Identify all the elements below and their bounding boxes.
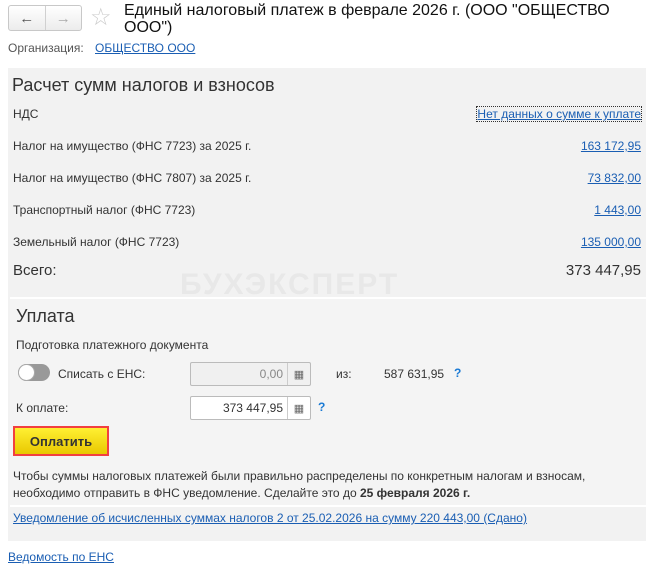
help-icon[interactable]: ? [318,400,325,414]
pay-button[interactable]: Оплатить [13,426,109,456]
tax-amount-link[interactable]: 135 000,00 [581,235,641,249]
calculator-icon[interactable]: ▦ [287,363,310,385]
tax-row: Транспортный налог (ФНС 7723) 1 443,00 [13,203,641,217]
tax-amount-link[interactable]: Нет данных о сумме к уплате [476,106,642,122]
tax-label: НДС [13,107,39,121]
ens-balance: 587 631,95 [384,367,445,381]
organization-label: Организация: [8,41,84,55]
tax-label: Транспортный налог (ФНС 7723) [13,203,196,217]
calculator-icon[interactable]: ▦ [287,397,310,419]
ens-statement-link[interactable]: Ведомость по ЕНС [8,550,114,564]
notice-text: Чтобы суммы налоговых платежей были прав… [13,468,613,502]
ens-label: Списать с ЕНС: [58,367,146,381]
forward-button[interactable]: → [44,6,82,30]
tax-amount-link[interactable]: 1 443,00 [594,203,641,217]
ens-amount-value: 0,00 [259,367,283,381]
tax-label: Земельный налог (ФНС 7723) [13,235,180,249]
tax-row: Земельный налог (ФНС 7723) 135 000,00 [13,235,641,249]
back-button[interactable]: ← [9,6,45,30]
of-label: из: [336,367,352,381]
to-pay-value: 373 447,95 [222,401,283,415]
to-pay-field[interactable]: 373 447,95 ▦ [190,396,311,420]
calc-heading: Расчет сумм налогов и взносов [12,75,275,95]
payment-subheading: Подготовка платежного документа [16,338,209,352]
tax-amount-link[interactable]: 73 832,00 [588,171,641,185]
to-pay-label: К оплате: [16,401,69,415]
total-row: Всего: 373 447,95 [13,262,641,279]
ens-amount-field[interactable]: 0,00 ▦ [190,362,311,386]
ens-toggle[interactable] [18,364,50,381]
favorite-star-icon[interactable]: ☆ [90,3,112,32]
tax-label: Налог на имущество (ФНС 7807) за 2025 г. [13,171,252,185]
tax-row: НДС Нет данных о сумме к уплате [13,106,642,122]
payment-heading: Уплата [16,306,75,326]
total-label: Всего: [13,262,57,279]
tax-label: Налог на имущество (ФНС 7723) за 2025 г. [13,139,252,153]
page-title: Единый налоговый платеж в феврале 2026 г… [124,2,610,36]
tax-row: Налог на имущество (ФНС 7807) за 2025 г.… [13,171,641,185]
notification-link[interactable]: Уведомление об исчисленных суммах налого… [13,511,527,525]
tax-row: Налог на имущество (ФНС 7723) за 2025 г.… [13,139,641,153]
notice-deadline: 25 февраля 2026 г. [359,486,471,500]
nav-buttons: ← → [8,5,82,31]
total-value: 373 447,95 [565,262,641,279]
tax-amount-link[interactable]: 163 172,95 [581,139,641,153]
help-icon[interactable]: ? [454,366,461,380]
organization-link[interactable]: ОБЩЕСТВО ООО [95,41,195,55]
notice-body: Чтобы суммы налоговых платежей были прав… [13,469,586,500]
